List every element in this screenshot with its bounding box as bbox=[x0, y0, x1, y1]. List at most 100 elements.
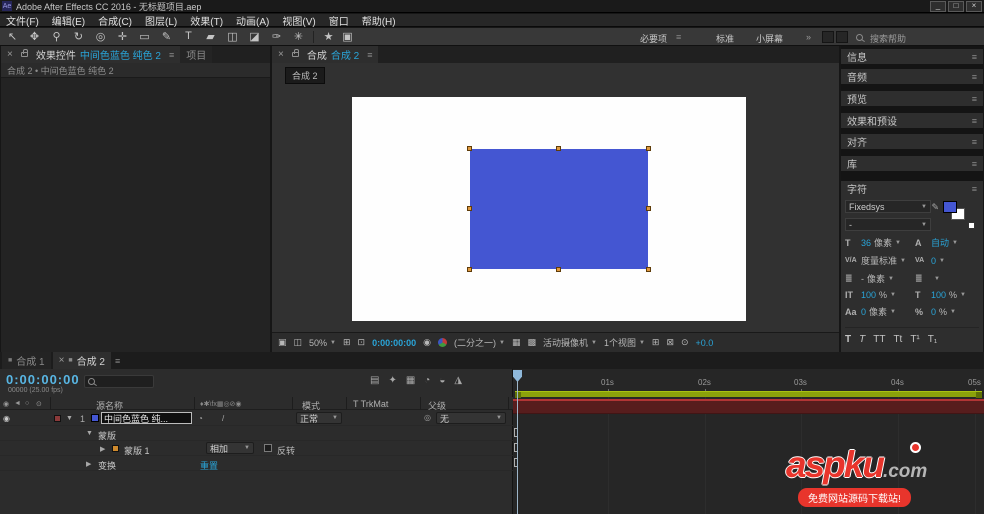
work-area-bar[interactable] bbox=[515, 391, 982, 397]
selection-handle[interactable] bbox=[467, 267, 472, 272]
pan-behind-tool-icon[interactable]: ✛ bbox=[116, 30, 129, 43]
chevron-down-icon[interactable]: ▼ bbox=[939, 258, 945, 264]
shape-tool-icon[interactable]: ▭ bbox=[138, 30, 151, 43]
parent-pickwhip-icon[interactable]: ◎ bbox=[424, 413, 431, 422]
chevron-down-icon[interactable]: ▼ bbox=[934, 276, 940, 282]
superscript-button[interactable]: T¹ bbox=[910, 334, 919, 345]
panel-menu-icon[interactable]: ≡ bbox=[972, 137, 977, 147]
draft-3d-icon[interactable]: ✦ bbox=[388, 375, 396, 386]
workspace-button-b[interactable] bbox=[836, 31, 848, 43]
layer-row-1[interactable]: ◉ ▼ 1 中间色蓝色 纯... ◔ / 正常 ▼ ◎ 无 ▼ bbox=[0, 411, 513, 426]
chevron-down-icon[interactable]: ▼ bbox=[890, 309, 896, 315]
comp-mini-tab[interactable]: 合成 2 bbox=[285, 67, 325, 84]
frame-blend-icon[interactable]: ◔ bbox=[424, 375, 430, 386]
faux-italic-button[interactable]: T bbox=[859, 334, 865, 345]
transform-reset-button[interactable]: 重置 bbox=[200, 459, 218, 472]
guides-icon[interactable]: ⊡ bbox=[358, 337, 366, 348]
menu-help[interactable]: 帮助(H) bbox=[362, 13, 396, 28]
resolution-value[interactable]: (二分之一) bbox=[454, 336, 496, 349]
lock-icon[interactable] bbox=[21, 52, 28, 57]
selection-tool-icon[interactable]: ↖ bbox=[6, 30, 19, 43]
work-area-end-handle[interactable] bbox=[976, 392, 982, 398]
masks-group-row[interactable]: ▼ 蒙版 bbox=[0, 426, 513, 441]
panel-menu-icon[interactable]: ≡ bbox=[115, 356, 120, 369]
panel-menu-icon[interactable]: ≡ bbox=[972, 159, 977, 169]
hand-tool-icon[interactable]: ✥ bbox=[28, 30, 41, 43]
comp-flowchart-icon[interactable]: ▤ bbox=[370, 375, 379, 386]
workspace-current[interactable]: 必要项 bbox=[640, 32, 667, 45]
chevron-down-icon[interactable]: ▼ bbox=[950, 309, 956, 315]
search-help-input[interactable]: 搜索帮助 bbox=[870, 32, 906, 45]
graph-editor-icon[interactable]: ◮ bbox=[454, 375, 462, 386]
grid-icon[interactable]: ⊞ bbox=[343, 337, 351, 348]
chevron-down-icon[interactable]: ▼ bbox=[952, 240, 958, 246]
tracking-value[interactable]: 0 bbox=[931, 256, 936, 266]
brush-tool-icon[interactable]: ▰ bbox=[204, 30, 217, 43]
mask-inverted-checkbox[interactable] bbox=[264, 444, 272, 452]
timeline-tab-comp2[interactable]: × ■ 合成 2 bbox=[53, 352, 111, 369]
motion-blur-icon[interactable]: ◒ bbox=[439, 375, 445, 386]
panel-menu-icon[interactable]: ≡ bbox=[972, 52, 977, 62]
faux-bold-button[interactable]: T bbox=[845, 334, 851, 345]
quality-switch-icon[interactable]: ◔ bbox=[198, 414, 203, 423]
always-preview-icon[interactable]: ▣ bbox=[278, 337, 287, 348]
menu-layer[interactable]: 图层(L) bbox=[145, 13, 177, 28]
trkmat-column[interactable]: T TrkMat bbox=[353, 399, 388, 409]
zoom-select[interactable]: 50% ▼ bbox=[309, 338, 336, 348]
snapshot-icon[interactable]: ◫ bbox=[294, 337, 303, 348]
parent-select[interactable]: 无 ▼ bbox=[436, 412, 506, 424]
workspace-standard[interactable]: 标准 bbox=[716, 32, 734, 45]
mask1-expand-icon[interactable]: ▶ bbox=[100, 445, 105, 453]
workspace-menu-icon[interactable]: ≡ bbox=[676, 32, 681, 42]
stroke-width-value[interactable]: - bbox=[861, 274, 864, 284]
menu-edit[interactable]: 编辑(E) bbox=[52, 13, 85, 28]
panel-menu-icon[interactable]: ≡ bbox=[972, 116, 977, 126]
selection-handle[interactable] bbox=[467, 146, 472, 151]
composition-canvas[interactable] bbox=[352, 97, 746, 321]
close-icon[interactable]: × bbox=[59, 355, 65, 366]
menu-window[interactable]: 窗口 bbox=[329, 13, 349, 28]
pen-tool-icon[interactable]: ✎ bbox=[160, 30, 173, 43]
chevron-down-icon[interactable]: ▼ bbox=[890, 292, 896, 298]
panel-header-align[interactable]: 对齐 ≡ bbox=[841, 134, 983, 149]
timeline-tab-comp1[interactable]: ■ 合成 1 bbox=[2, 352, 51, 369]
eraser-tool-icon[interactable]: ◪ bbox=[248, 30, 261, 43]
camera-value[interactable]: 活动摄像机 bbox=[543, 336, 588, 349]
panel-menu-icon[interactable]: ≡ bbox=[972, 94, 977, 104]
current-time-indicator-line[interactable] bbox=[517, 381, 518, 514]
workspace-button-a[interactable] bbox=[822, 31, 834, 43]
lock-icon[interactable] bbox=[292, 52, 299, 57]
tsume-value[interactable]: 0 bbox=[931, 307, 936, 317]
work-area-start-handle[interactable] bbox=[515, 392, 521, 398]
small-caps-button[interactable]: Tt bbox=[893, 334, 902, 345]
chevron-down-icon[interactable]: ▼ bbox=[895, 240, 901, 246]
panel-menu-icon[interactable]: ≡ bbox=[367, 50, 372, 60]
exposure-icon[interactable]: ⊙ bbox=[681, 337, 689, 348]
solid-color-swatch[interactable] bbox=[91, 414, 99, 422]
panel-header-effects-presets[interactable]: 效果和预设 ≡ bbox=[841, 113, 983, 128]
blue-solid-layer[interactable] bbox=[470, 149, 648, 269]
panel-menu-icon[interactable]: ≡ bbox=[972, 72, 977, 82]
goal-b-icon[interactable]: ⊠ bbox=[666, 337, 674, 348]
workspace-overflow-icon[interactable]: » bbox=[806, 32, 811, 42]
transform-expand-icon[interactable]: ▶ bbox=[86, 460, 91, 468]
panel-header-audio[interactable]: 音频 ≡ bbox=[841, 69, 983, 84]
take-snapshot-icon[interactable]: ◉ bbox=[423, 337, 431, 348]
eye-icon[interactable]: ◉ bbox=[3, 414, 10, 423]
subscript-button[interactable]: T₁ bbox=[928, 334, 937, 345]
chevron-down-icon[interactable]: ▼ bbox=[888, 276, 894, 282]
eyedropper-icon[interactable]: ✎ bbox=[931, 202, 939, 213]
show-channel-icon[interactable] bbox=[438, 338, 447, 347]
panel-menu-icon[interactable]: ≡ bbox=[972, 184, 977, 194]
close-button[interactable]: × bbox=[966, 1, 982, 12]
mask-color-swatch[interactable] bbox=[112, 445, 119, 452]
fill-color-swatch[interactable] bbox=[943, 201, 957, 213]
panel-header-info[interactable]: 信息 ≡ bbox=[841, 49, 983, 64]
panel-header-libraries[interactable]: 库 ≡ bbox=[841, 156, 983, 171]
baseline-shift-value[interactable]: 0 bbox=[861, 307, 866, 317]
puppet-pin-tool-icon[interactable]: ✳ bbox=[292, 30, 305, 43]
layer-expand-icon[interactable]: ▼ bbox=[66, 415, 73, 422]
selection-handle[interactable] bbox=[556, 267, 561, 272]
menu-view[interactable]: 视图(V) bbox=[282, 13, 315, 28]
camera-select[interactable]: 活动摄像机 ▼ bbox=[543, 336, 597, 349]
